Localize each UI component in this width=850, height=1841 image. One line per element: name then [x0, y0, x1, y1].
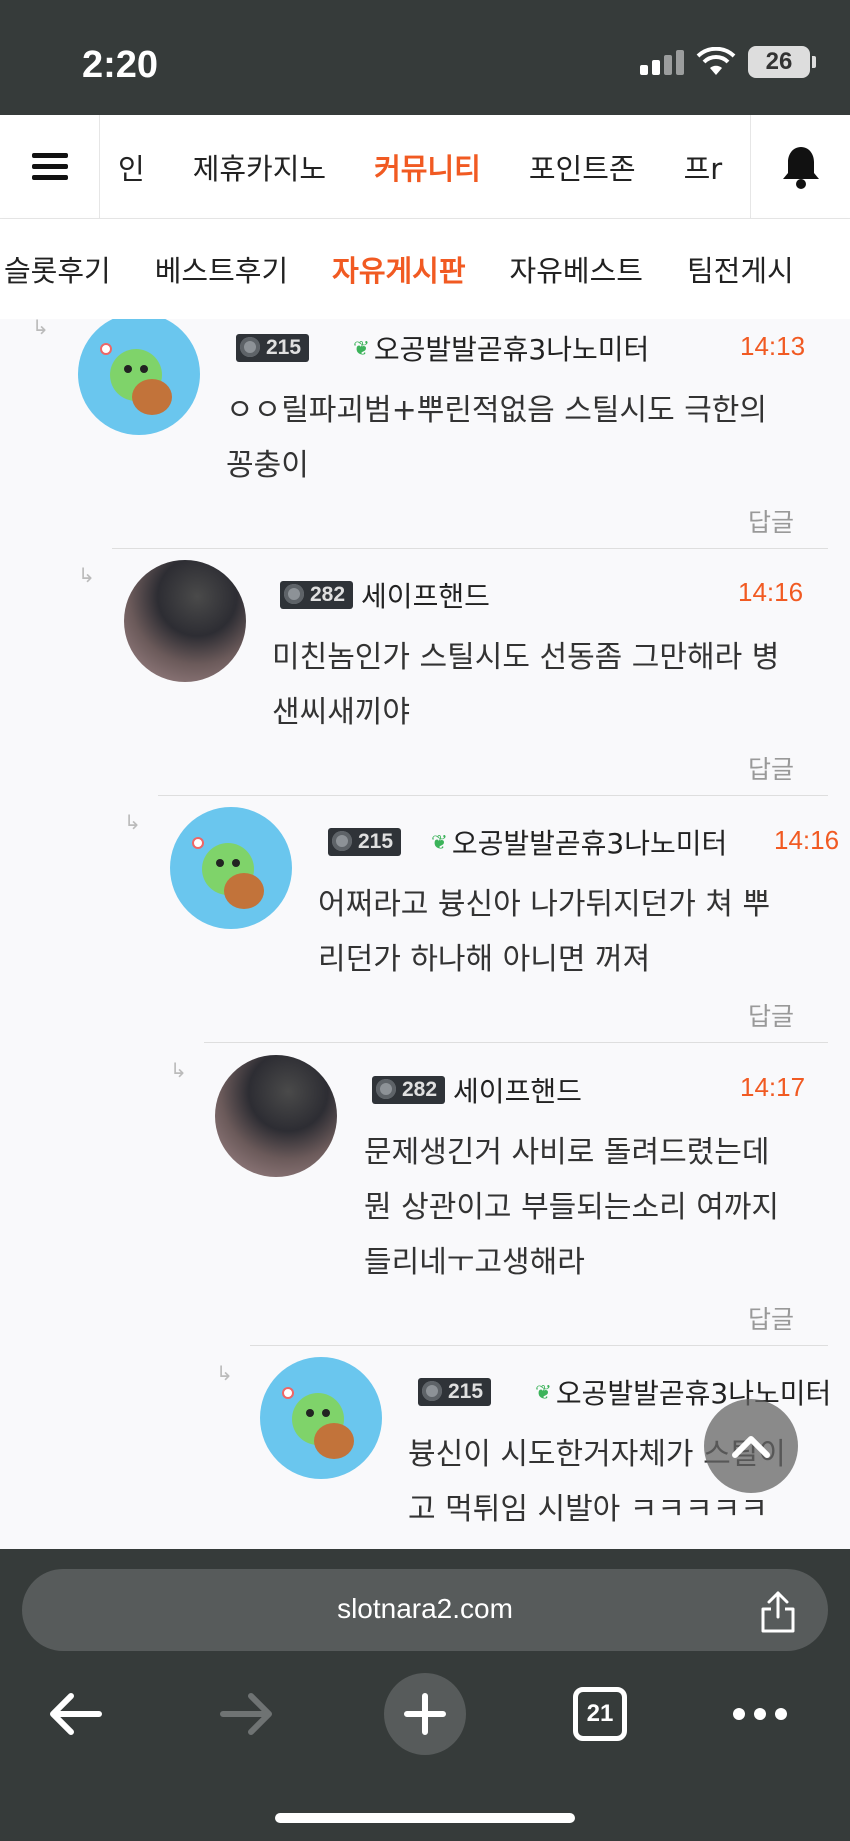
forward-button[interactable]: [212, 1679, 282, 1749]
reply-button[interactable]: 답글: [748, 1300, 794, 1336]
signal-icon: [640, 49, 684, 75]
level-badge: 215: [418, 1378, 492, 1406]
sub-item-best-reviews[interactable]: 베스트후기: [133, 248, 310, 290]
username[interactable]: 세이프핸드: [453, 1070, 582, 1110]
scroll-top-button[interactable]: [704, 1399, 798, 1493]
level-badge: 282: [280, 581, 354, 609]
nav-item-partner-casino[interactable]: 제휴카지노: [169, 146, 350, 188]
reply-arrow-icon: ↳: [124, 810, 141, 834]
reply-button[interactable]: 답글: [748, 997, 794, 1033]
nav-item-partial-left[interactable]: 인: [100, 146, 169, 188]
level-badge: 282: [372, 1076, 446, 1104]
avatar[interactable]: [124, 560, 246, 682]
battery-icon: 26: [748, 46, 816, 78]
comment-text: 어쩌라고 븅신아 나가뒤지던가 쳐 뿌 리던가 하나해 아니면 꺼져: [318, 887, 771, 977]
status-icons: 26: [640, 46, 816, 78]
share-icon[interactable]: [758, 1589, 798, 1633]
reply-button[interactable]: 답글: [748, 750, 794, 786]
comment-text: 문제생긴거 사비로 돌려드렸는데 뭔 상관이고 부들되는소리 여까지 들리네ㅜ고생해…: [364, 1135, 780, 1280]
comment-time: 14:17: [740, 1072, 806, 1102]
comment-time: 14:16: [738, 577, 804, 607]
home-indicator: [275, 1813, 575, 1823]
nav-item-partial-right[interactable]: 프r: [660, 146, 747, 188]
comment-divider: [158, 795, 828, 796]
wifi-icon: [696, 47, 736, 75]
tabs-button[interactable]: 21: [570, 1679, 630, 1749]
comment-meta: 282 세이프핸드: [280, 575, 490, 615]
level-badge: 215: [236, 334, 310, 362]
status-bar: 2:20 26: [0, 0, 850, 115]
more-button[interactable]: [730, 1679, 790, 1749]
url-text[interactable]: slotnara2.com: [22, 1593, 828, 1625]
reply-arrow-icon: ↳: [216, 1361, 233, 1385]
tab-count: 21: [573, 1687, 627, 1741]
more-icon: [733, 1708, 787, 1720]
nav-item-point-zone[interactable]: 포인트존: [505, 146, 660, 188]
chevron-up-icon: [732, 1436, 770, 1458]
leaf-icon: ❦: [535, 1380, 552, 1404]
username[interactable]: 오공발발곧휴3나노미터: [374, 328, 649, 368]
username[interactable]: 오공발발곧휴3나노미터: [452, 822, 727, 862]
sub-nav: 슬롯후기 베스트후기 자유게시판 자유베스트 팀전게시: [0, 219, 850, 319]
nav-item-community[interactable]: 커뮤니티: [350, 146, 505, 188]
avatar[interactable]: [215, 1055, 337, 1177]
top-nav-items: 인 제휴카지노 커뮤니티 포인트존 프r: [100, 115, 750, 219]
username[interactable]: 세이프핸드: [361, 575, 490, 615]
comment-divider: [204, 1042, 828, 1043]
comment-meta: 215 ❦ 오공발발곧휴3나노미터: [328, 822, 727, 862]
reply-arrow-icon: ↳: [78, 563, 95, 587]
leaf-icon: ❦: [353, 336, 370, 360]
comment-meta: 215 ❦ 오공발발곧휴3나노미터: [236, 328, 649, 368]
username[interactable]: 오공발발곧휴3나노미터: [556, 1372, 831, 1412]
reply-arrow-icon: ↳: [170, 1058, 187, 1082]
arrow-right-icon: [220, 1693, 272, 1735]
comment-meta: 282 세이프핸드: [372, 1070, 582, 1110]
comment-time: 14:13: [740, 331, 806, 361]
comment-time: 14:16: [774, 825, 840, 855]
reply-arrow-icon: ↳: [32, 319, 49, 339]
comment-text: ㅇㅇ릴파괴범+뿌린적없음 스틸시도 극한의 꽁충이: [226, 393, 768, 483]
hamburger-icon[interactable]: [0, 114, 100, 219]
browser-toolbar: slotnara2.com 21: [0, 1549, 850, 1841]
comment-text: 미친놈인가 스틸시도 선동좀 그만해라 병 샌씨새끼야: [272, 640, 780, 730]
plus-icon: [404, 1693, 446, 1735]
avatar[interactable]: [260, 1357, 382, 1479]
arrow-left-icon: [50, 1693, 102, 1735]
leaf-icon: ❦: [431, 830, 448, 854]
status-time: 2:20: [82, 44, 159, 86]
level-badge: 215: [328, 828, 402, 856]
comment-list: ↳ 215 ❦ 오공발발곧휴3나노미터 14:13 ㅇㅇ릴파괴범+뿌린적없음 스…: [0, 319, 850, 1549]
comment-divider: [112, 548, 828, 549]
top-nav: 인 제휴카지노 커뮤니티 포인트존 프r: [0, 114, 850, 219]
sub-item-team-board[interactable]: 팀전게시: [665, 248, 816, 290]
new-tab-button[interactable]: [384, 1673, 466, 1755]
reply-button[interactable]: 답글: [748, 503, 794, 539]
avatar[interactable]: [170, 807, 292, 929]
avatar[interactable]: [78, 319, 200, 435]
sub-item-slot-reviews[interactable]: 슬롯후기: [0, 248, 133, 290]
sub-item-free-board[interactable]: 자유게시판: [310, 248, 487, 290]
bell-icon[interactable]: [750, 114, 850, 219]
comment-divider: [250, 1345, 828, 1346]
address-bar[interactable]: slotnara2.com: [22, 1569, 828, 1651]
sub-item-free-best[interactable]: 자유베스트: [488, 248, 665, 290]
back-button[interactable]: [40, 1679, 110, 1749]
